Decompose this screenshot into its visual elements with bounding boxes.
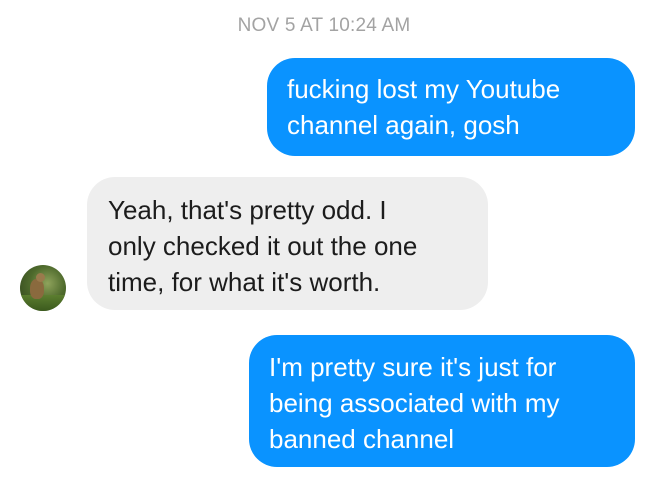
message-timestamp: NOV 5 AT 10:24 AM: [237, 15, 411, 36]
outgoing-message-bubble[interactable]: fucking lost my Youtube channel again, g…: [267, 58, 635, 156]
avatar-deer-body: [30, 279, 44, 299]
contact-avatar[interactable]: [20, 265, 66, 311]
outgoing-message-bubble[interactable]: I'm pretty sure it's just for being asso…: [249, 335, 635, 467]
avatar-grass: [20, 295, 66, 311]
incoming-message-bubble[interactable]: Yeah, that's pretty odd. I only checked …: [87, 177, 488, 310]
avatar-deer-head: [36, 273, 45, 282]
